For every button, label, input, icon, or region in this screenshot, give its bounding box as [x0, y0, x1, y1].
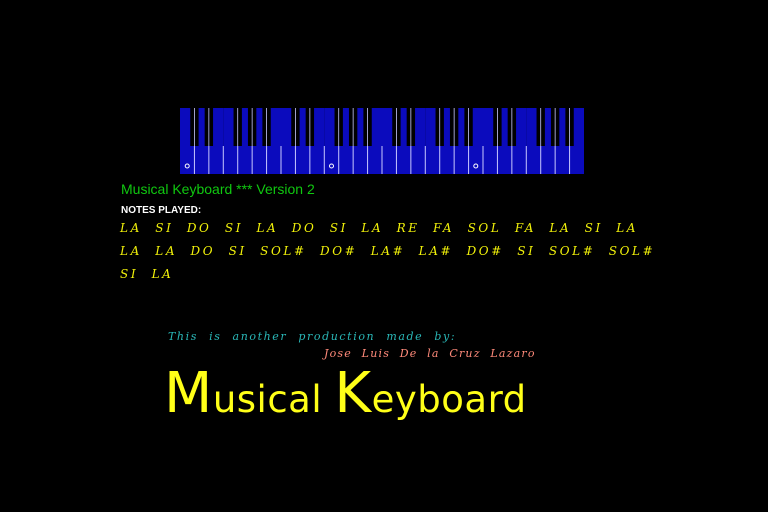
notes-played-text: LA SI DO SI LA DO SI LA RE FA SOL FA LA …	[120, 221, 656, 281]
author-name: Jose Luis De la Cruz Lazaro	[324, 347, 536, 360]
musical-keyboard-logo: Musical Keyboard	[164, 364, 527, 430]
piano-keyboard[interactable]	[180, 108, 584, 174]
logo-initial-m: M	[164, 361, 213, 426]
logo-word-usical: usical	[212, 378, 323, 421]
notes-played-label: NOTES PLAYED:	[121, 205, 202, 216]
app-title: Musical Keyboard *** Version 2	[121, 181, 315, 197]
credit-line: This is another production made by:	[168, 330, 457, 343]
logo-initial-k: K	[334, 361, 372, 426]
logo-word-eyboard: eyboard	[371, 378, 527, 421]
